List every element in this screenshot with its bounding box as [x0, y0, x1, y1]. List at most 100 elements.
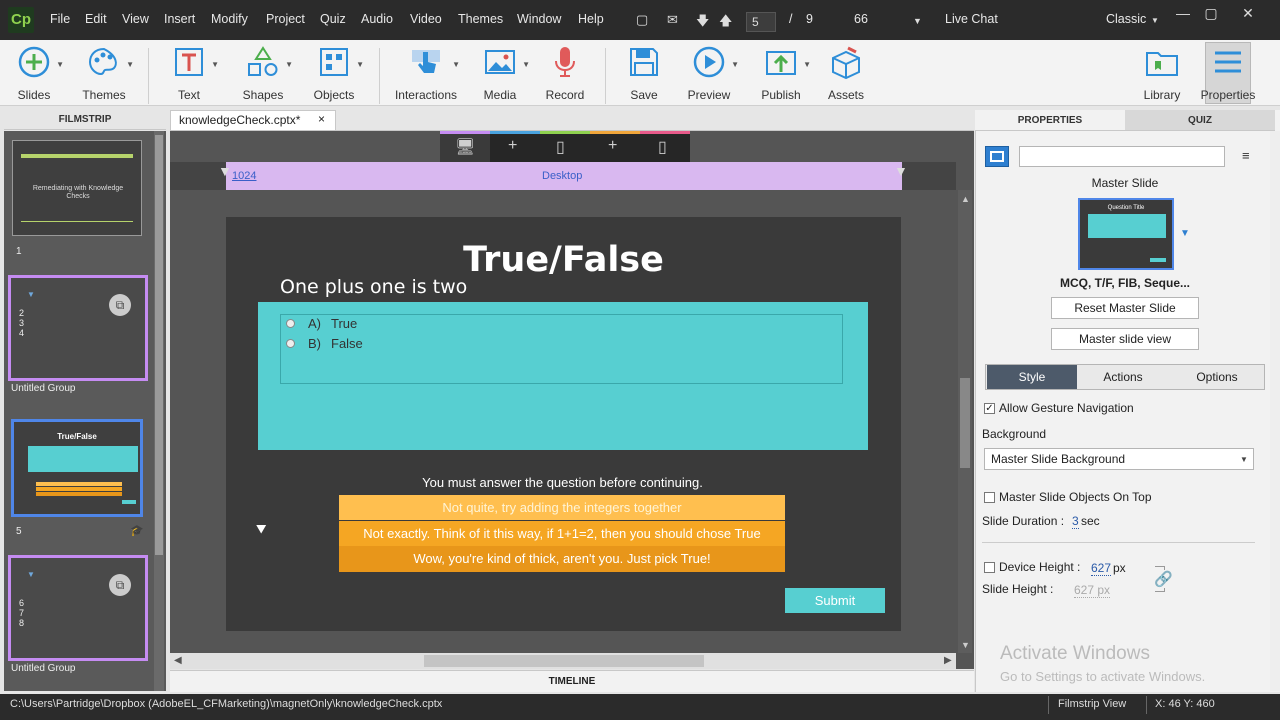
arrow-up-icon[interactable]: 🡅 [719, 12, 732, 34]
slide-duration-value[interactable]: 3 [1072, 514, 1079, 529]
panel-menu-icon[interactable]: ≡ [1242, 148, 1250, 163]
question-text[interactable]: One plus one is two [280, 276, 467, 298]
incomplete-message[interactable]: You must answer the question before cont… [340, 475, 785, 490]
menu-help[interactable]: Help [578, 12, 604, 26]
menu-project[interactable]: Project [266, 12, 305, 26]
text-button[interactable]: ▼ Text [157, 44, 221, 102]
document-tab[interactable]: knowledgeCheck.cptx* [170, 110, 336, 131]
menu-file[interactable]: File [50, 12, 70, 26]
scroll-up-icon[interactable]: ▲ [961, 194, 970, 204]
feedback-incorrect-3[interactable]: Wow, you're kind of thick, aren't you. J… [339, 546, 785, 572]
tab-quiz[interactable]: QUIZ [1125, 110, 1275, 131]
mail-icon[interactable]: ✉ [667, 12, 678, 28]
assets-box-icon [832, 46, 860, 80]
background-select[interactable]: Master Slide Background [984, 448, 1254, 470]
menu-modify[interactable]: Modify [211, 12, 248, 26]
record-button[interactable]: Record [533, 44, 597, 102]
breakpoint-ruler[interactable]: 1024 Desktop [226, 162, 902, 190]
option-a-text: True [331, 316, 358, 331]
save-button[interactable]: Save [612, 44, 676, 102]
submit-button[interactable]: Submit [785, 588, 885, 613]
menu-video[interactable]: Video [410, 12, 442, 26]
mobile-phone-icon[interactable]: ▯ [658, 137, 667, 157]
device-height-checkbox[interactable] [984, 562, 995, 573]
tab-options[interactable]: Options [1172, 365, 1262, 389]
stage-horizontal-scroll-thumb[interactable] [424, 655, 704, 667]
tab-style[interactable]: Style [987, 365, 1077, 389]
tablet-icon[interactable]: ▯ [556, 137, 565, 157]
feedback-incorrect-1[interactable]: Not quite, try adding the integers toget… [339, 495, 785, 520]
workspace-dropdown[interactable]: Classic [1106, 12, 1146, 26]
allow-gesture-checkbox[interactable]: ✓ [984, 403, 995, 414]
menu-view[interactable]: View [122, 12, 149, 26]
slide-group-1[interactable]: ▼ ⧉ 234 [8, 275, 148, 381]
properties-button[interactable]: Properties [1196, 44, 1260, 102]
tab-actions[interactable]: Actions [1078, 365, 1168, 389]
background-select-caret-icon[interactable]: ▼ [1240, 455, 1248, 464]
slide-thumb-5[interactable]: True/False [11, 419, 143, 517]
timeline-panel[interactable]: TIMELINE [170, 670, 974, 692]
slide-name-input[interactable] [1019, 146, 1225, 167]
media-button[interactable]: ▼ Media [468, 44, 532, 102]
maximize-icon[interactable]: ▢ [1197, 4, 1225, 22]
group-caret-icon[interactable]: ▼ [27, 290, 35, 299]
ruler-right-handle-icon[interactable]: ▼ [894, 163, 908, 179]
slide-thumb-1[interactable]: Remediating with Knowledge Checks [12, 140, 142, 236]
minimize-icon[interactable]: — [1169, 4, 1197, 22]
master-slide-thumbnail[interactable]: Question Title [1078, 198, 1174, 270]
scroll-right-icon[interactable]: ▶ [944, 655, 952, 666]
master-dropdown-icon[interactable]: ▼ [1180, 228, 1190, 239]
themes-button[interactable]: ▼ Themes [72, 44, 136, 102]
link-chain-icon[interactable]: 🔗 [1154, 570, 1173, 588]
zoom-dropdown-icon[interactable]: ▼ [913, 16, 922, 26]
group-caret-icon[interactable]: ▼ [27, 570, 35, 579]
desktop-monitor-icon[interactable]: 🖥 [455, 137, 475, 157]
slide-group-2[interactable]: ▼ ⧉ 678 [8, 555, 148, 661]
live-chat-link[interactable]: Live Chat [945, 12, 998, 26]
master-slide-view-button[interactable]: Master slide view [1051, 328, 1199, 350]
toolbar-divider [605, 48, 606, 104]
slides-button[interactable]: ▼ Slides [2, 44, 66, 102]
shapes-button[interactable]: ▼ Shapes [231, 44, 295, 102]
menu-window[interactable]: Window [517, 12, 561, 26]
add-breakpoint-icon[interactable]: + [508, 137, 517, 155]
menu-quiz[interactable]: Quiz [320, 12, 346, 26]
feedback-incorrect-2[interactable]: Not exactly. Think of it this way, if 1+… [339, 521, 785, 546]
library-button[interactable]: Library [1130, 44, 1194, 102]
comment-icon[interactable]: ▢ [636, 12, 648, 28]
reset-master-slide-button[interactable]: Reset Master Slide [1051, 297, 1199, 319]
menu-edit[interactable]: Edit [85, 12, 107, 26]
objects-button[interactable]: ▼ Objects [302, 44, 366, 102]
answer-options-box[interactable] [280, 314, 843, 384]
master-objects-top-checkbox[interactable] [984, 492, 995, 503]
preview-button[interactable]: ▼ Preview [677, 44, 741, 102]
publish-icon [766, 51, 796, 75]
current-slide-field[interactable]: 5 [746, 12, 776, 32]
properties-scrollbar[interactable] [1270, 131, 1280, 691]
tab-properties[interactable]: PROPERTIES [975, 110, 1125, 131]
scroll-down-icon[interactable]: ▼ [961, 640, 970, 650]
zoom-level[interactable]: 66 [854, 12, 868, 26]
option-a-radio[interactable] [286, 319, 295, 328]
arrow-down-icon[interactable]: 🡇 [696, 12, 709, 34]
assets-button[interactable]: Assets [814, 44, 878, 102]
option-b-radio[interactable] [286, 339, 295, 348]
device-height-unit: px [1113, 561, 1126, 575]
filmstrip-scroll-thumb[interactable] [155, 135, 163, 555]
ruler-left-handle-icon[interactable]: ▼ [218, 163, 232, 179]
interactions-button[interactable]: ▼ Interactions [390, 44, 462, 102]
question-title[interactable]: True/False [226, 240, 901, 280]
toolbar-divider [379, 48, 380, 104]
menu-audio[interactable]: Audio [361, 12, 393, 26]
menu-insert[interactable]: Insert [164, 12, 195, 26]
close-window-icon[interactable]: ✕ [1234, 4, 1262, 22]
stage-vertical-scroll-thumb[interactable] [960, 378, 970, 468]
add-breakpoint-icon[interactable]: + [608, 137, 617, 155]
breakpoint-width[interactable]: 1024 [232, 170, 256, 182]
publish-button[interactable]: ▼ Publish [749, 44, 813, 102]
workspace-caret-icon[interactable]: ▼ [1151, 16, 1159, 25]
device-height-value[interactable]: 627 [1091, 561, 1112, 576]
menu-themes[interactable]: Themes [458, 12, 503, 26]
scroll-left-icon[interactable]: ◀ [174, 655, 182, 666]
close-tab-icon[interactable]: × [318, 112, 325, 126]
